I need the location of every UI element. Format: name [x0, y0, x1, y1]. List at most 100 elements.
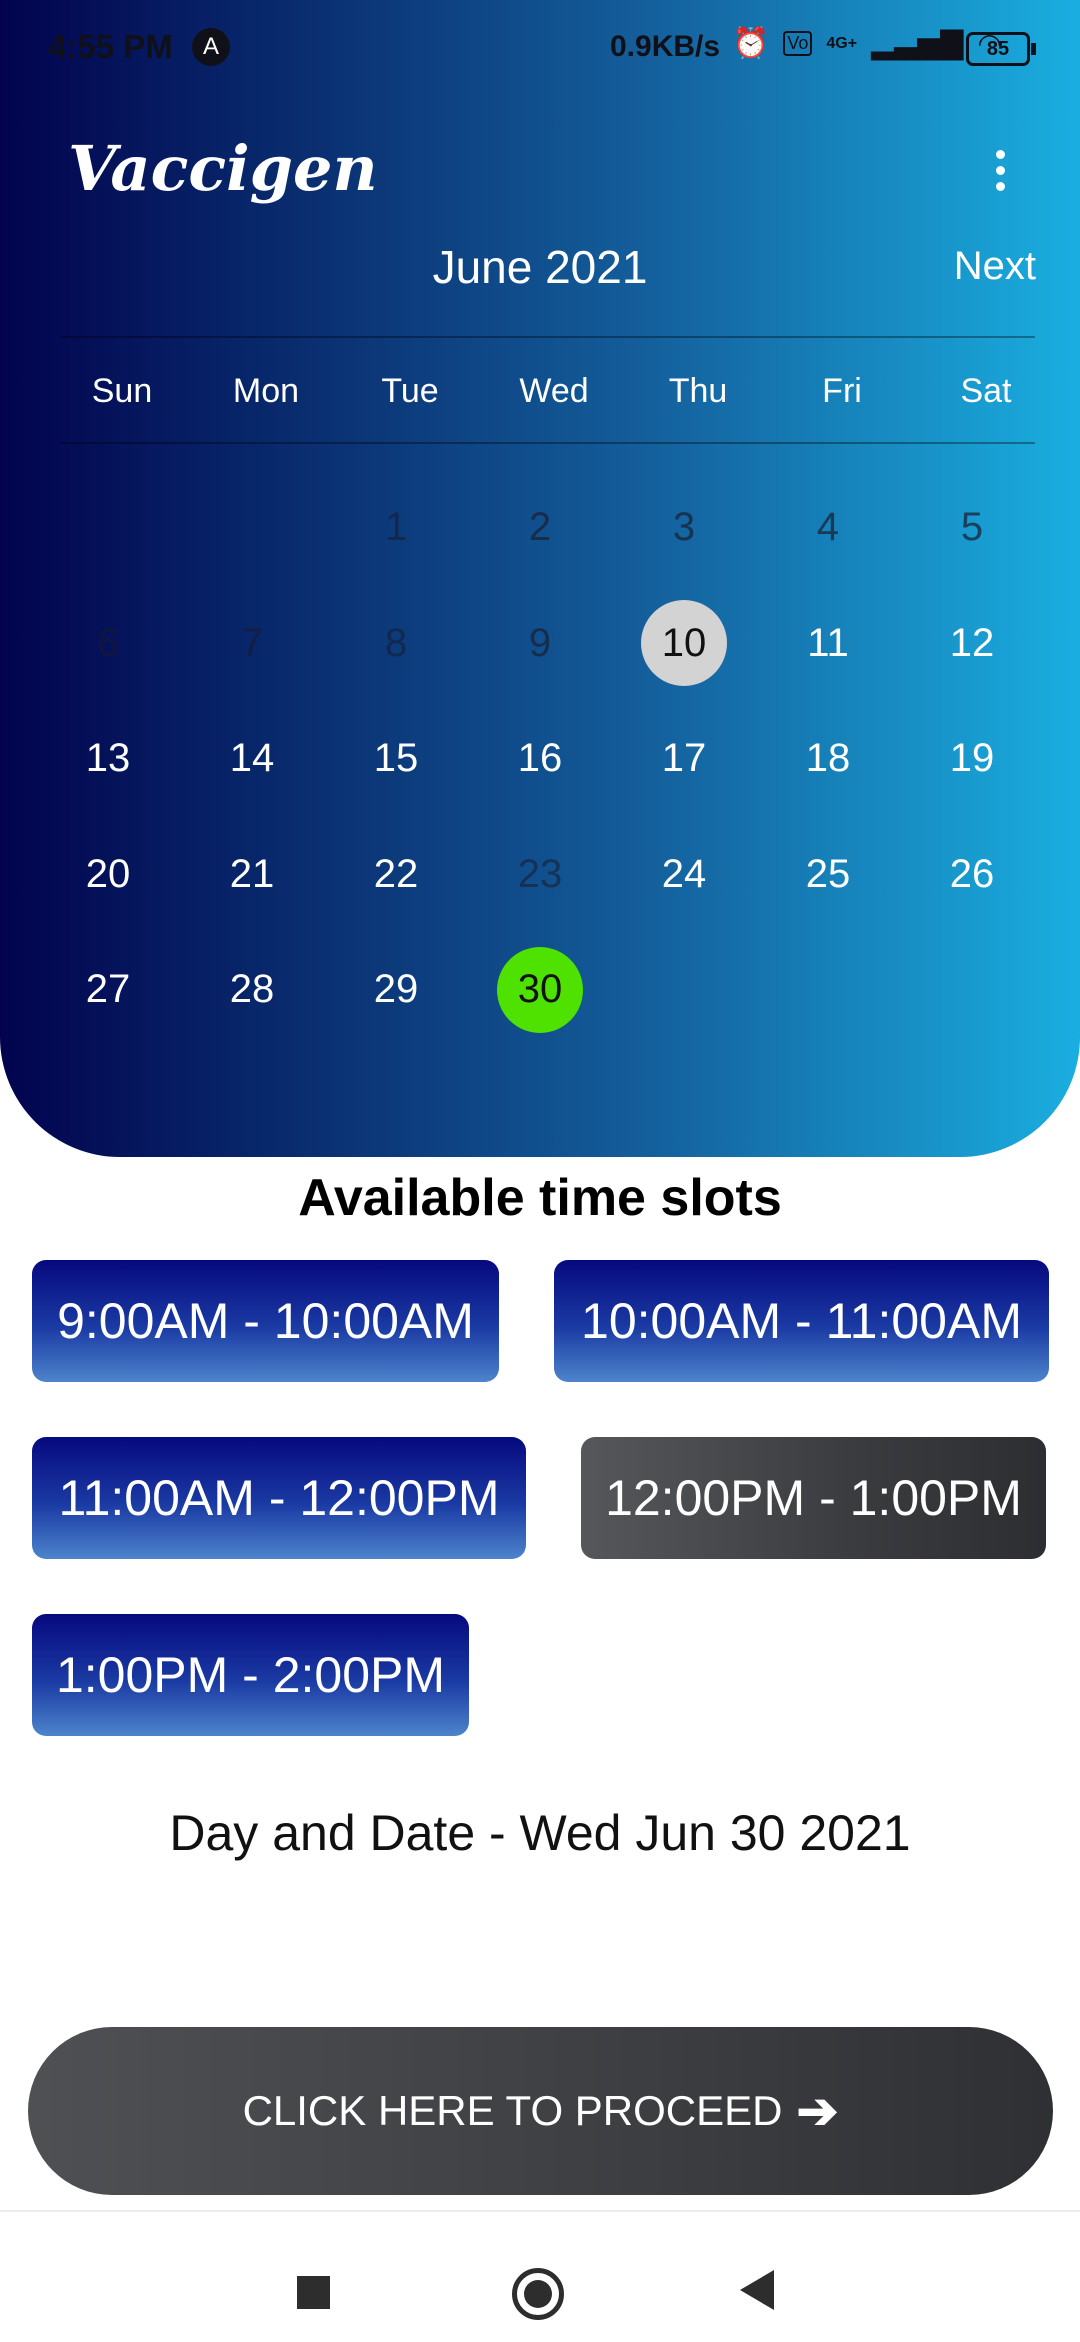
calendar-day[interactable]: 2 [468, 470, 612, 586]
weekday-label: Thu [668, 372, 728, 410]
calendar-day[interactable]: 12 [900, 586, 1044, 702]
calendar-day[interactable]: 28 [180, 932, 324, 1048]
calendar-day-number: 19 [949, 736, 995, 781]
calendar-day: 6 [36, 586, 180, 702]
calendar-day[interactable]: 19 [900, 701, 1044, 817]
calendar-day-number: 27 [85, 967, 131, 1012]
weekday-row: Sun Mon Tue Wed Thu Fri Sat [50, 372, 1050, 411]
calendar-day-number: 7 [240, 620, 264, 665]
calendar-day-number: 5 [960, 505, 984, 550]
network-speed: 0.9KB/s [610, 30, 721, 63]
system-nav-bar [0, 2210, 1080, 2342]
calendar-day-number: 22 [373, 851, 419, 896]
calendar-day[interactable]: 26 [900, 817, 1044, 933]
back-icon[interactable] [740, 2270, 774, 2310]
calendar-day-number: 13 [85, 736, 131, 781]
weekday-divider-bottom [60, 442, 1035, 444]
weekday-divider-top [60, 336, 1035, 338]
calendar-day[interactable]: 16 [468, 701, 612, 817]
calendar-day[interactable]: 17 [612, 701, 756, 817]
calendar-day[interactable]: 20 [36, 817, 180, 933]
signal-icon: ▂▃▅▇ [871, 27, 964, 60]
calendar-day[interactable]: 18 [756, 701, 900, 817]
weekday-label: Sun [91, 372, 153, 410]
time-slot-button[interactable]: 9:00AM - 10:00AM [32, 1260, 499, 1382]
calendar-day-number: 30 [497, 946, 583, 1033]
weekday-label: Sat [960, 372, 1012, 410]
calendar-day-number: 4 [816, 505, 840, 550]
home-icon[interactable] [512, 2268, 564, 2320]
proceed-button[interactable]: CLICK HERE TO PROCEED ➔ [28, 2027, 1053, 2195]
calendar-grid: 1 2 3 4 5 6 7 8 9 10 11 12 13 14 15 16 17 18 19 20 21 22 23 24 2… [36, 470, 1044, 1048]
calendar-day-number: 17 [661, 736, 707, 781]
calendar-day[interactable]: 29 [324, 932, 468, 1048]
calendar-day-number [65, 485, 151, 571]
calendar-day: 23 [468, 817, 612, 933]
calendar-day: 8 [324, 586, 468, 702]
calendar-day-number: 29 [373, 967, 419, 1012]
status-icons: ⏰ Vo 4G+ ▂▃▅▇ ◠ [732, 26, 1002, 61]
calendar-day[interactable]: 25 [756, 817, 900, 933]
more-options-icon[interactable] [985, 150, 1015, 200]
calendar-day-number: 11 [807, 620, 849, 665]
arrow-right-icon: ➔ [796, 2083, 839, 2139]
calendar-day-number: 18 [805, 736, 851, 781]
alarm-icon: ⏰ [732, 27, 770, 60]
calendar-day[interactable]: 14 [180, 701, 324, 817]
month-label: June 2021 [432, 241, 648, 293]
calendar-day-number: 10 [641, 600, 727, 687]
calendar-empty-cell [180, 470, 324, 586]
calendar-day[interactable]: 24 [612, 817, 756, 933]
calendar-day: 7 [180, 586, 324, 702]
time-slot-button[interactable]: 11:00AM - 12:00PM [32, 1437, 526, 1559]
calendar-day-number: 16 [517, 736, 563, 781]
calendar-day[interactable]: 4 [756, 470, 900, 586]
proceed-label: CLICK HERE TO PROCEED [242, 2087, 783, 2134]
status-time: 4:55 PM [48, 28, 173, 65]
calendar-day-number: 20 [85, 851, 131, 896]
calendar-day-number [209, 485, 295, 571]
calendar-day-number: 25 [805, 851, 851, 896]
time-slot-button[interactable]: 1:00PM - 2:00PM [32, 1614, 469, 1736]
weekday-label: Tue [381, 372, 439, 410]
calendar-day[interactable]: 22 [324, 817, 468, 933]
calendar-day[interactable]: 5 [900, 470, 1044, 586]
calendar-day[interactable]: 9 [468, 586, 612, 702]
weekday-label: Mon [232, 372, 300, 410]
network-type: 4G+ [826, 34, 858, 52]
recents-icon[interactable] [297, 2276, 330, 2309]
calendar-day-number: 9 [528, 620, 552, 665]
calendar-day-number: 3 [672, 505, 696, 550]
calendar-day-number: 6 [96, 620, 120, 665]
time-slot-button[interactable]: 12:00PM - 1:00PM [581, 1437, 1046, 1559]
calendar-day-number: 8 [384, 620, 408, 665]
calendar-day: 1 [324, 470, 468, 586]
app-title: Vaccigen [68, 132, 378, 205]
calendar-day[interactable]: 30 [468, 932, 612, 1048]
status-bar: 4:55 PM A 0.9KB/s ⏰ Vo 4G+ ▂▃▅▇ ◠ 85 [0, 0, 1080, 96]
weekday-label: Wed [519, 372, 589, 410]
battery-icon: 85 [966, 32, 1036, 66]
calendar-empty-cell [36, 470, 180, 586]
calendar-day-number: 26 [949, 851, 995, 896]
slots-title: Available time slots [298, 1169, 782, 1227]
calendar-day[interactable]: 15 [324, 701, 468, 817]
calendar-day[interactable]: 21 [180, 817, 324, 933]
next-month-button[interactable]: Next [954, 244, 1036, 289]
calendar-day-number: 28 [229, 967, 275, 1012]
calendar-day[interactable]: 27 [36, 932, 180, 1048]
time-slot-button[interactable]: 10:00AM - 11:00AM [554, 1260, 1049, 1382]
calendar-day-number: 21 [229, 851, 275, 896]
calendar-day-number: 15 [373, 736, 419, 781]
calendar-day[interactable]: 10 [612, 586, 756, 702]
app-notification-icon: A [192, 28, 230, 66]
calendar-day-number: 14 [229, 736, 275, 781]
calendar-day[interactable]: 3 [612, 470, 756, 586]
calendar-day-number: 24 [661, 851, 707, 896]
calendar-day-number: 2 [528, 505, 552, 550]
volte-icon: Vo [783, 31, 813, 56]
calendar-day[interactable]: 13 [36, 701, 180, 817]
calendar-day[interactable]: 11 [756, 586, 900, 702]
weekday-label: Fri [822, 372, 862, 410]
calendar-day-number: 1 [384, 505, 408, 550]
